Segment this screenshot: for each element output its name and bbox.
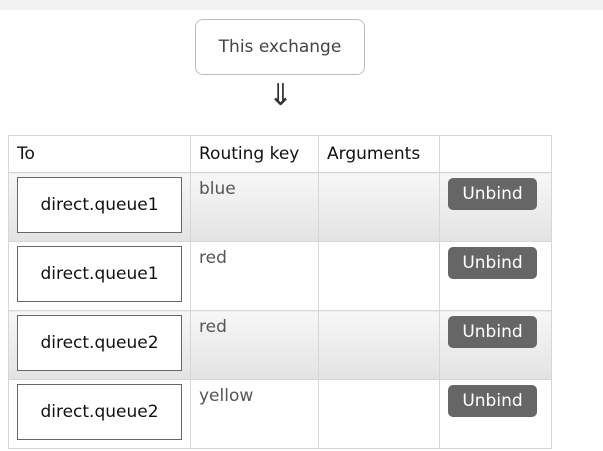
arguments-cell: [318, 379, 440, 449]
queue-link[interactable]: direct.queue2: [17, 384, 182, 440]
unbind-button[interactable]: Unbind: [448, 247, 537, 279]
queue-link[interactable]: direct.queue1: [17, 177, 182, 233]
queue-link[interactable]: direct.queue1: [17, 246, 182, 302]
to-cell: direct.queue2: [8, 310, 191, 380]
header-routing-key: Routing key: [190, 135, 319, 173]
this-exchange-label: This exchange: [218, 37, 342, 57]
down-arrow-icon: ⇓: [268, 78, 294, 113]
arguments-cell: [318, 241, 440, 311]
to-cell: direct.queue1: [8, 172, 191, 242]
binding-row: direct.queue1 blue Unbind: [8, 172, 552, 242]
this-exchange-node: This exchange: [195, 19, 365, 75]
unbind-button[interactable]: Unbind: [448, 316, 537, 348]
action-cell: Unbind: [439, 379, 552, 449]
action-cell: Unbind: [439, 172, 552, 242]
routing-key-cell: yellow: [190, 379, 319, 449]
top-section-strip: [0, 0, 603, 10]
binding-row: direct.queue1 red Unbind: [8, 241, 552, 311]
table-header-row: To Routing key Arguments: [8, 135, 552, 173]
to-cell: direct.queue2: [8, 379, 191, 449]
routing-key-cell: red: [190, 310, 319, 380]
arguments-cell: [318, 310, 440, 380]
unbind-button[interactable]: Unbind: [448, 178, 537, 210]
arguments-cell: [318, 172, 440, 242]
header-to: To: [8, 135, 191, 173]
binding-row: direct.queue2 yellow Unbind: [8, 379, 552, 449]
unbind-button[interactable]: Unbind: [448, 385, 537, 417]
queue-link[interactable]: direct.queue2: [17, 315, 182, 371]
to-cell: direct.queue1: [8, 241, 191, 311]
action-cell: Unbind: [439, 310, 552, 380]
action-cell: Unbind: [439, 241, 552, 311]
header-actions: [439, 135, 552, 173]
header-arguments: Arguments: [318, 135, 440, 173]
routing-key-cell: red: [190, 241, 319, 311]
bindings-table: To Routing key Arguments direct.queue1 b…: [8, 135, 552, 449]
routing-key-cell: blue: [190, 172, 319, 242]
binding-row: direct.queue2 red Unbind: [8, 310, 552, 380]
